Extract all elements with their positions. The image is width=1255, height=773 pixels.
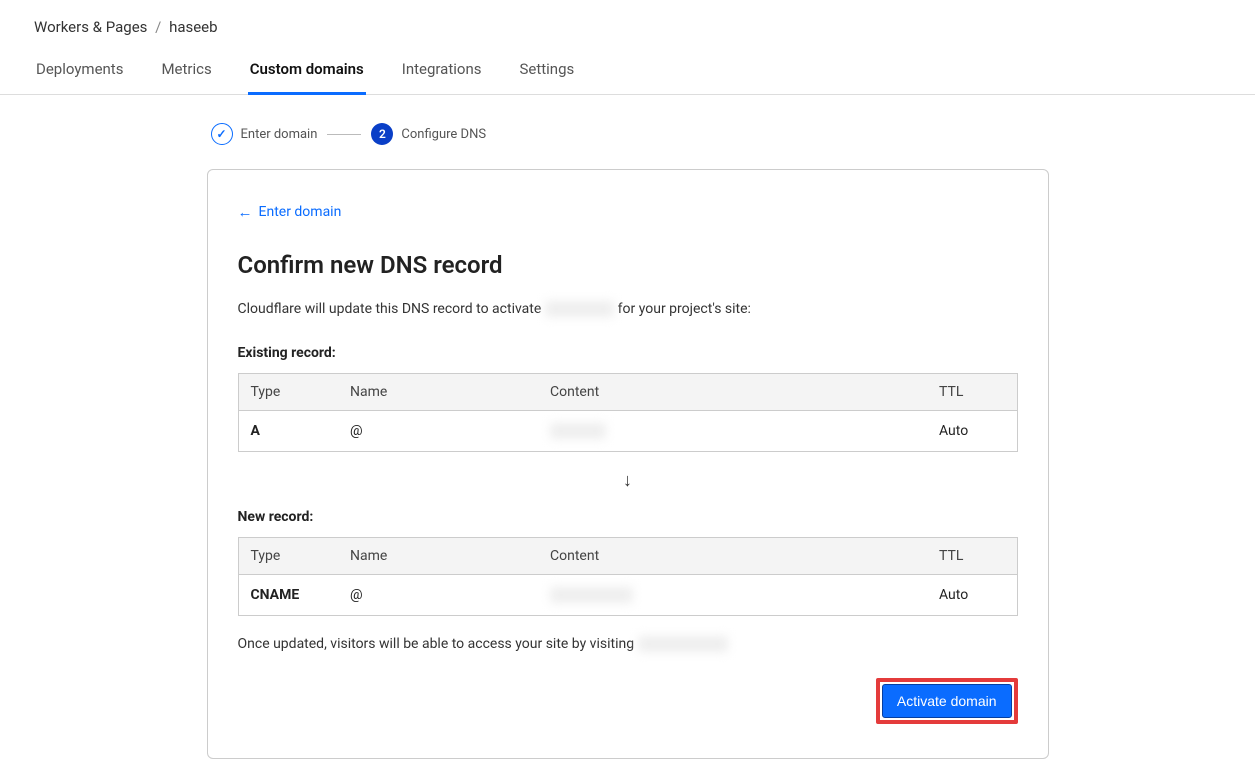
cell-content <box>538 411 927 452</box>
breadcrumb: Workers & Pages / haseeb <box>0 0 1255 36</box>
stepper: ✓ Enter domain 2 Configure DNS <box>207 123 1049 145</box>
existing-record-table: Type Name Content TTL A @ Auto <box>238 373 1018 452</box>
redacted-url <box>638 636 728 652</box>
check-icon: ✓ <box>211 123 233 145</box>
cell-ttl: Auto <box>927 575 1017 616</box>
table-row: CNAME @ Auto <box>238 575 1017 616</box>
step-2-number: 2 <box>371 123 393 145</box>
back-link-label: Enter domain <box>259 204 342 220</box>
step-connector <box>327 134 361 135</box>
cell-name: @ <box>338 411 538 452</box>
tab-integrations[interactable]: Integrations <box>400 60 484 94</box>
tab-custom-domains[interactable]: Custom domains <box>248 60 366 95</box>
note-text: Once updated, visitors will be able to a… <box>238 636 1018 652</box>
th-name: Name <box>338 374 538 411</box>
new-record-table: Type Name Content TTL CNAME @ <box>238 537 1018 616</box>
th-ttl: TTL <box>927 538 1017 575</box>
th-content: Content <box>538 538 927 575</box>
lead-prefix: Cloudflare will update this DNS record t… <box>238 301 545 317</box>
cell-content <box>538 575 927 616</box>
back-link[interactable]: ← Enter domain <box>238 203 342 221</box>
th-type: Type <box>238 538 338 575</box>
new-record-label: New record: <box>238 509 1018 525</box>
tabs: Deployments Metrics Custom domains Integ… <box>0 60 1255 95</box>
table-row: A @ Auto <box>238 411 1017 452</box>
arrow-left-icon: ← <box>238 203 253 221</box>
redacted-cname <box>550 587 633 603</box>
cell-ttl: Auto <box>927 411 1017 452</box>
arrow-down-icon: ↓ <box>238 470 1018 491</box>
th-name: Name <box>338 538 538 575</box>
lead-suffix: for your project's site: <box>614 301 751 317</box>
activate-domain-button[interactable]: Activate domain <box>882 684 1012 718</box>
redacted-ip <box>550 423 606 439</box>
th-type: Type <box>238 374 338 411</box>
card: ← Enter domain Confirm new DNS record Cl… <box>207 169 1049 759</box>
lead-text: Cloudflare will update this DNS record t… <box>238 301 1018 317</box>
existing-record-label: Existing record: <box>238 345 1018 361</box>
page-title: Confirm new DNS record <box>238 251 1018 279</box>
step-enter-domain: ✓ Enter domain <box>211 123 318 145</box>
tab-metrics[interactable]: Metrics <box>159 60 213 94</box>
step-1-label: Enter domain <box>241 127 318 142</box>
cell-type: A <box>238 411 338 452</box>
step-2-label: Configure DNS <box>401 127 486 142</box>
note-prefix: Once updated, visitors will be able to a… <box>238 636 638 652</box>
breadcrumb-sep: / <box>155 18 161 36</box>
breadcrumb-parent[interactable]: Workers & Pages <box>34 18 147 36</box>
redacted-domain <box>545 301 614 317</box>
step-configure-dns: 2 Configure DNS <box>371 123 486 145</box>
cell-type: CNAME <box>238 575 338 616</box>
th-ttl: TTL <box>927 374 1017 411</box>
tab-deployments[interactable]: Deployments <box>34 60 125 94</box>
breadcrumb-current: haseeb <box>169 18 218 36</box>
th-content: Content <box>538 374 927 411</box>
cell-name: @ <box>338 575 538 616</box>
highlight-box: Activate domain <box>876 678 1018 724</box>
tab-settings[interactable]: Settings <box>517 60 576 94</box>
